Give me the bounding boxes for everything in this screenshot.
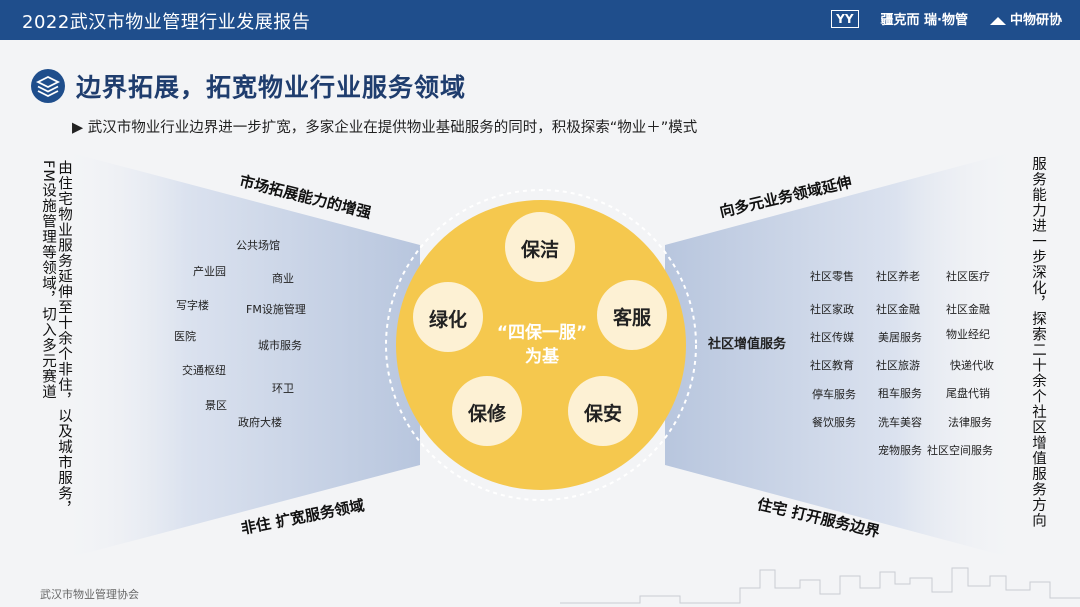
right-item: 快递代收 xyxy=(950,359,994,372)
right-item: 租车服务 xyxy=(878,387,922,400)
left-item: 城市服务 xyxy=(258,339,302,352)
city-skyline xyxy=(560,567,1080,604)
right-item: 尾盘代销 xyxy=(946,387,990,400)
footer-association: 武汉市物业管理协会 xyxy=(40,588,139,601)
right-item: 社区金融 xyxy=(876,303,920,316)
left-item: 环卫 xyxy=(272,382,294,395)
right-item: 餐饮服务 xyxy=(812,416,856,429)
right-item: 社区空间服务 xyxy=(927,444,993,457)
right-item: 法律服务 xyxy=(948,416,992,429)
left-item: 交通枢纽 xyxy=(182,364,226,377)
right-item: 社区医疗 xyxy=(946,270,990,283)
node-kefu: 客服 xyxy=(612,307,651,329)
right-item: 社区养老 xyxy=(876,270,920,283)
node-baojie: 保洁 xyxy=(520,239,559,261)
left-vertical-text: 由住宅物业服务延伸至十余个非住，以及城市服务，FM设施管理等领域，切入多元赛道 xyxy=(40,160,72,517)
right-item: 宠物服务 xyxy=(878,444,922,457)
left-item: 景区 xyxy=(205,399,227,412)
left-item: 商业 xyxy=(272,272,294,285)
right-item: 洗车美容 xyxy=(878,416,922,429)
node-baoxiu: 保修 xyxy=(467,403,506,425)
right-fan xyxy=(665,150,1020,560)
right-item: 社区传媒 xyxy=(810,331,854,344)
right-item: 物业经纪 xyxy=(946,328,990,341)
right-item: 社区零售 xyxy=(810,270,854,283)
core-label-line2: 为基 xyxy=(525,347,559,367)
left-item: 产业园 xyxy=(193,265,226,278)
right-item: 社区金融 xyxy=(946,303,990,316)
right-item: 社区旅游 xyxy=(876,359,920,372)
right-item: 社区教育 xyxy=(810,359,854,372)
left-item: 政府大楼 xyxy=(238,416,282,429)
right-vertical-text: 服务能力进一步深化，探索二十余个社区增值服务方向 xyxy=(1030,156,1046,528)
right-item: 社区家政 xyxy=(810,303,854,316)
right-item: 停车服务 xyxy=(812,388,856,401)
left-item: 医院 xyxy=(174,330,196,343)
core-label-line1: “四保一服” xyxy=(496,323,588,343)
node-baoan: 保安 xyxy=(583,403,622,425)
left-item: FM设施管理 xyxy=(246,303,306,316)
right-item: 美居服务 xyxy=(878,331,922,344)
left-item: 写字楼 xyxy=(176,299,209,312)
community-services-label: 社区增值服务 xyxy=(708,337,787,352)
node-lvhua: 绿化 xyxy=(428,309,467,331)
left-item: 公共场馆 xyxy=(236,239,280,252)
